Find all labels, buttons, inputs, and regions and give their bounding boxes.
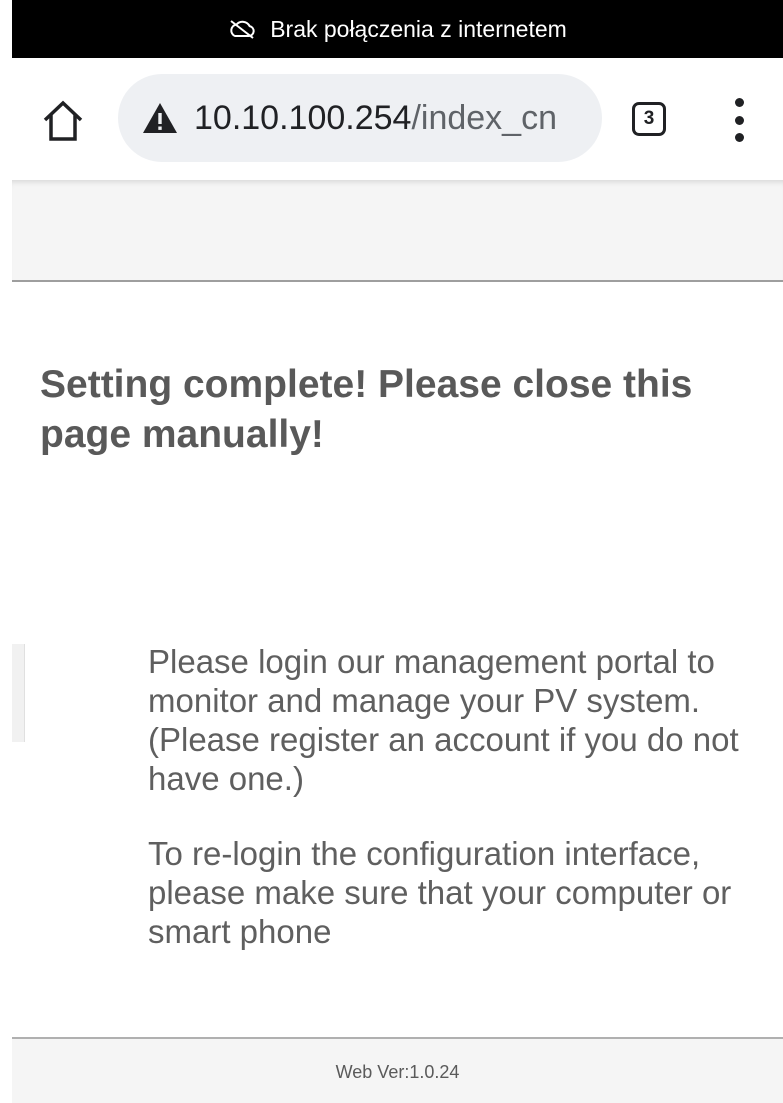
info-text: Please login our management portal to mo… (148, 642, 748, 987)
tab-count: 3 (643, 108, 655, 129)
page-header-bar (12, 180, 783, 282)
offline-message: Brak połączenia z internetem (270, 15, 567, 42)
status-bar: Brak połączenia z internetem (12, 0, 783, 58)
more-vert-icon[interactable] (726, 98, 752, 142)
page-footer: Web Ver:1.0.24 (12, 1037, 783, 1103)
menu-dot (734, 133, 744, 142)
relogin-paragraph: To re-login the configuration interface,… (148, 835, 732, 950)
home-icon[interactable] (40, 98, 86, 144)
tab-switcher-button[interactable]: 3 (632, 102, 666, 136)
cloud-off-icon (230, 20, 255, 39)
page-title: Setting complete! Please close this page… (40, 363, 693, 456)
page-content: Setting complete! Please close this page… (12, 282, 783, 1038)
menu-dot (734, 115, 744, 125)
url-host: 10.10.100.254 (194, 98, 412, 137)
address-bar[interactable]: 10.10.100.254/index_cn (118, 74, 602, 162)
url-text[interactable]: 10.10.100.254/index_cn (194, 99, 557, 138)
side-edge-tab (12, 644, 25, 742)
web-version: Web Ver:1.0.24 (335, 1061, 460, 1082)
phone-screen: Brak połączenia z internetem 10.10.100.2… (12, 0, 783, 1103)
browser-toolbar: 10.10.100.254/index_cn 3 (12, 58, 783, 180)
menu-dot (734, 98, 744, 107)
url-path: /index_cn (411, 98, 557, 137)
warning-triangle-icon[interactable] (142, 102, 178, 134)
portal-paragraph: Please login our management portal to mo… (148, 643, 739, 797)
